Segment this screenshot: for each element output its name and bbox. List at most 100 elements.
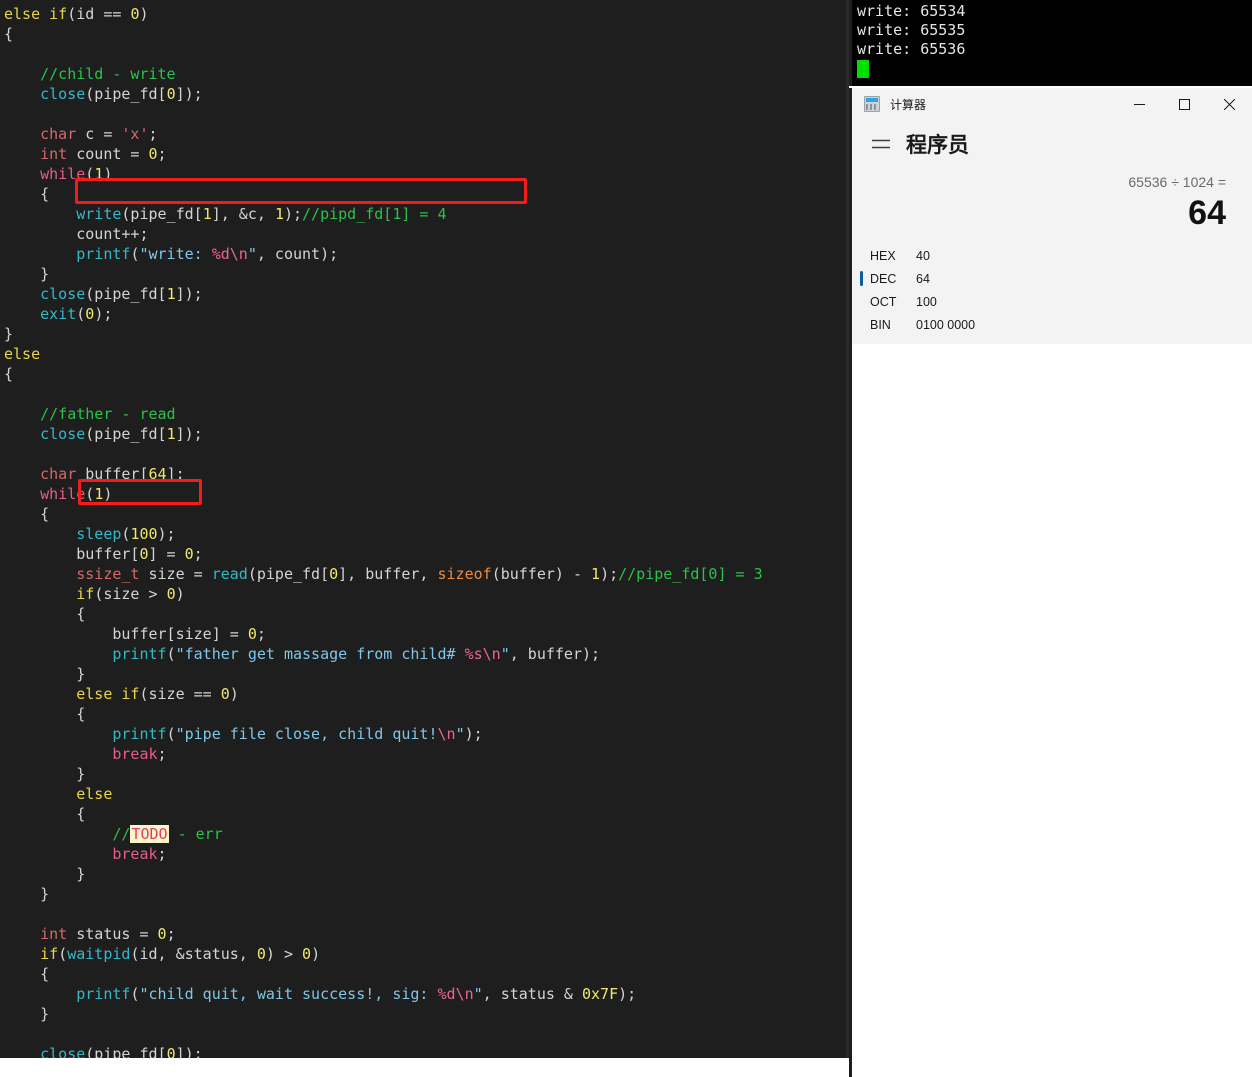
base-value: 100: [916, 294, 937, 309]
code-line: close(pipe_fd[0]);: [4, 84, 763, 104]
close-button[interactable]: [1207, 88, 1252, 120]
code-token: 0: [256, 945, 266, 963]
base-row-oct[interactable]: OCT 100: [852, 290, 1252, 313]
code-token: 0: [247, 625, 257, 643]
code-token: ): [139, 5, 149, 23]
code-line: {: [4, 364, 763, 384]
code-token: ;: [193, 545, 203, 563]
code-token: (: [166, 725, 176, 743]
code-token: "write:: [139, 245, 212, 263]
code-token: ;: [157, 845, 167, 863]
code-line: close(pipe_fd[0]);: [4, 1044, 763, 1058]
code-token: close: [40, 85, 86, 103]
code-line: {: [4, 24, 763, 44]
calculator-header: 程序员: [852, 120, 1252, 168]
code-token: 0: [166, 85, 176, 103]
terminal-window[interactable]: write: 65534 write: 65535 write: 65536: [849, 0, 1252, 86]
code-token: else: [4, 345, 41, 363]
code-token: 100: [130, 525, 158, 543]
code-token: ];: [166, 465, 185, 483]
minimize-button[interactable]: [1117, 88, 1162, 120]
code-line: }: [4, 264, 763, 284]
code-token: }: [4, 765, 86, 783]
code-token: ;: [157, 145, 167, 163]
editor-bottom-strip: [0, 1058, 849, 1077]
code-line: }: [4, 884, 763, 904]
code-token: sleep: [76, 525, 122, 543]
maximize-button[interactable]: [1162, 88, 1207, 120]
code-token: if: [121, 685, 140, 703]
code-token: ): [103, 165, 113, 183]
code-token: );: [283, 205, 303, 223]
base-row-dec[interactable]: DEC 64: [852, 267, 1252, 290]
code-token: status =: [67, 925, 158, 943]
code-token: c =: [76, 125, 122, 143]
code-token: 1: [166, 285, 176, 303]
code-line: }: [4, 664, 763, 684]
calculator-icon: [864, 96, 880, 112]
code-line: {: [4, 504, 763, 524]
calculator-titlebar: 计算器: [852, 88, 1252, 120]
code-token: //: [112, 825, 131, 843]
code-token: {: [4, 505, 50, 523]
code-token: %d\n: [437, 985, 474, 1003]
code-token: buffer[: [76, 465, 149, 483]
code-token: (size >: [94, 585, 167, 603]
calculator-window[interactable]: 计算器 程序员 65536 ÷ 1024 = 64 HEX 40 DEC 64 OCT 1…: [849, 88, 1252, 1077]
code-line: close(pipe_fd[1]);: [4, 424, 763, 444]
code-token: 0: [85, 305, 95, 323]
code-token: //pipd_fd[1] = 4: [302, 205, 447, 223]
code-line: while(1): [4, 484, 763, 504]
code-token: );: [464, 725, 483, 743]
code-token: close: [40, 425, 86, 443]
code-token: 0: [166, 585, 176, 603]
code-token: ;: [148, 125, 158, 143]
code-line: while(1): [4, 164, 763, 184]
terminal-lines: write: 65534 write: 65535 write: 65536: [857, 2, 966, 58]
hamburger-menu-icon[interactable]: [864, 127, 898, 161]
code-token: count =: [67, 145, 149, 163]
code-token: printf: [112, 645, 167, 663]
code-line: count++;: [4, 224, 763, 244]
code-token: (id ==: [67, 5, 131, 23]
code-token: ]);: [175, 425, 203, 443]
code-token: ): [229, 685, 239, 703]
code-line: buffer[0] = 0;: [4, 544, 763, 564]
code-token: ;: [166, 925, 176, 943]
calculator-title: 计算器: [890, 97, 927, 112]
code-line: }: [4, 764, 763, 784]
code-token: {: [4, 605, 86, 623]
code-token: ssize_t: [76, 565, 140, 583]
code-line: printf("write: %d\n", count);: [4, 244, 763, 264]
code-line: {: [4, 704, 763, 724]
code-text[interactable]: else if(id == 0){ //child - write close(…: [0, 0, 763, 1058]
code-token: ": [473, 985, 483, 1003]
code-token: break: [112, 745, 158, 763]
code-token: 1: [202, 205, 212, 223]
code-token: while: [40, 165, 86, 183]
calculator-mode-title: 程序员: [906, 133, 969, 157]
code-token: ): [311, 945, 321, 963]
code-editor-pane[interactable]: else if(id == 0){ //child - write close(…: [0, 0, 849, 1058]
code-token: (buffer) -: [491, 565, 592, 583]
calculator-base-list: HEX 40 DEC 64 OCT 100 BIN 0100 0000: [852, 244, 1252, 344]
code-token: 1: [94, 165, 104, 183]
base-row-bin[interactable]: BIN 0100 0000: [852, 313, 1252, 336]
code-token: char: [40, 125, 77, 143]
code-token: {: [4, 185, 50, 203]
code-token: - err: [168, 825, 223, 843]
base-row-hex[interactable]: HEX 40: [852, 244, 1252, 267]
code-token: "father get massage from child#: [175, 645, 465, 663]
base-active-indicator: [860, 271, 863, 286]
code-token: 0: [157, 925, 167, 943]
code-token: printf: [76, 985, 131, 1003]
